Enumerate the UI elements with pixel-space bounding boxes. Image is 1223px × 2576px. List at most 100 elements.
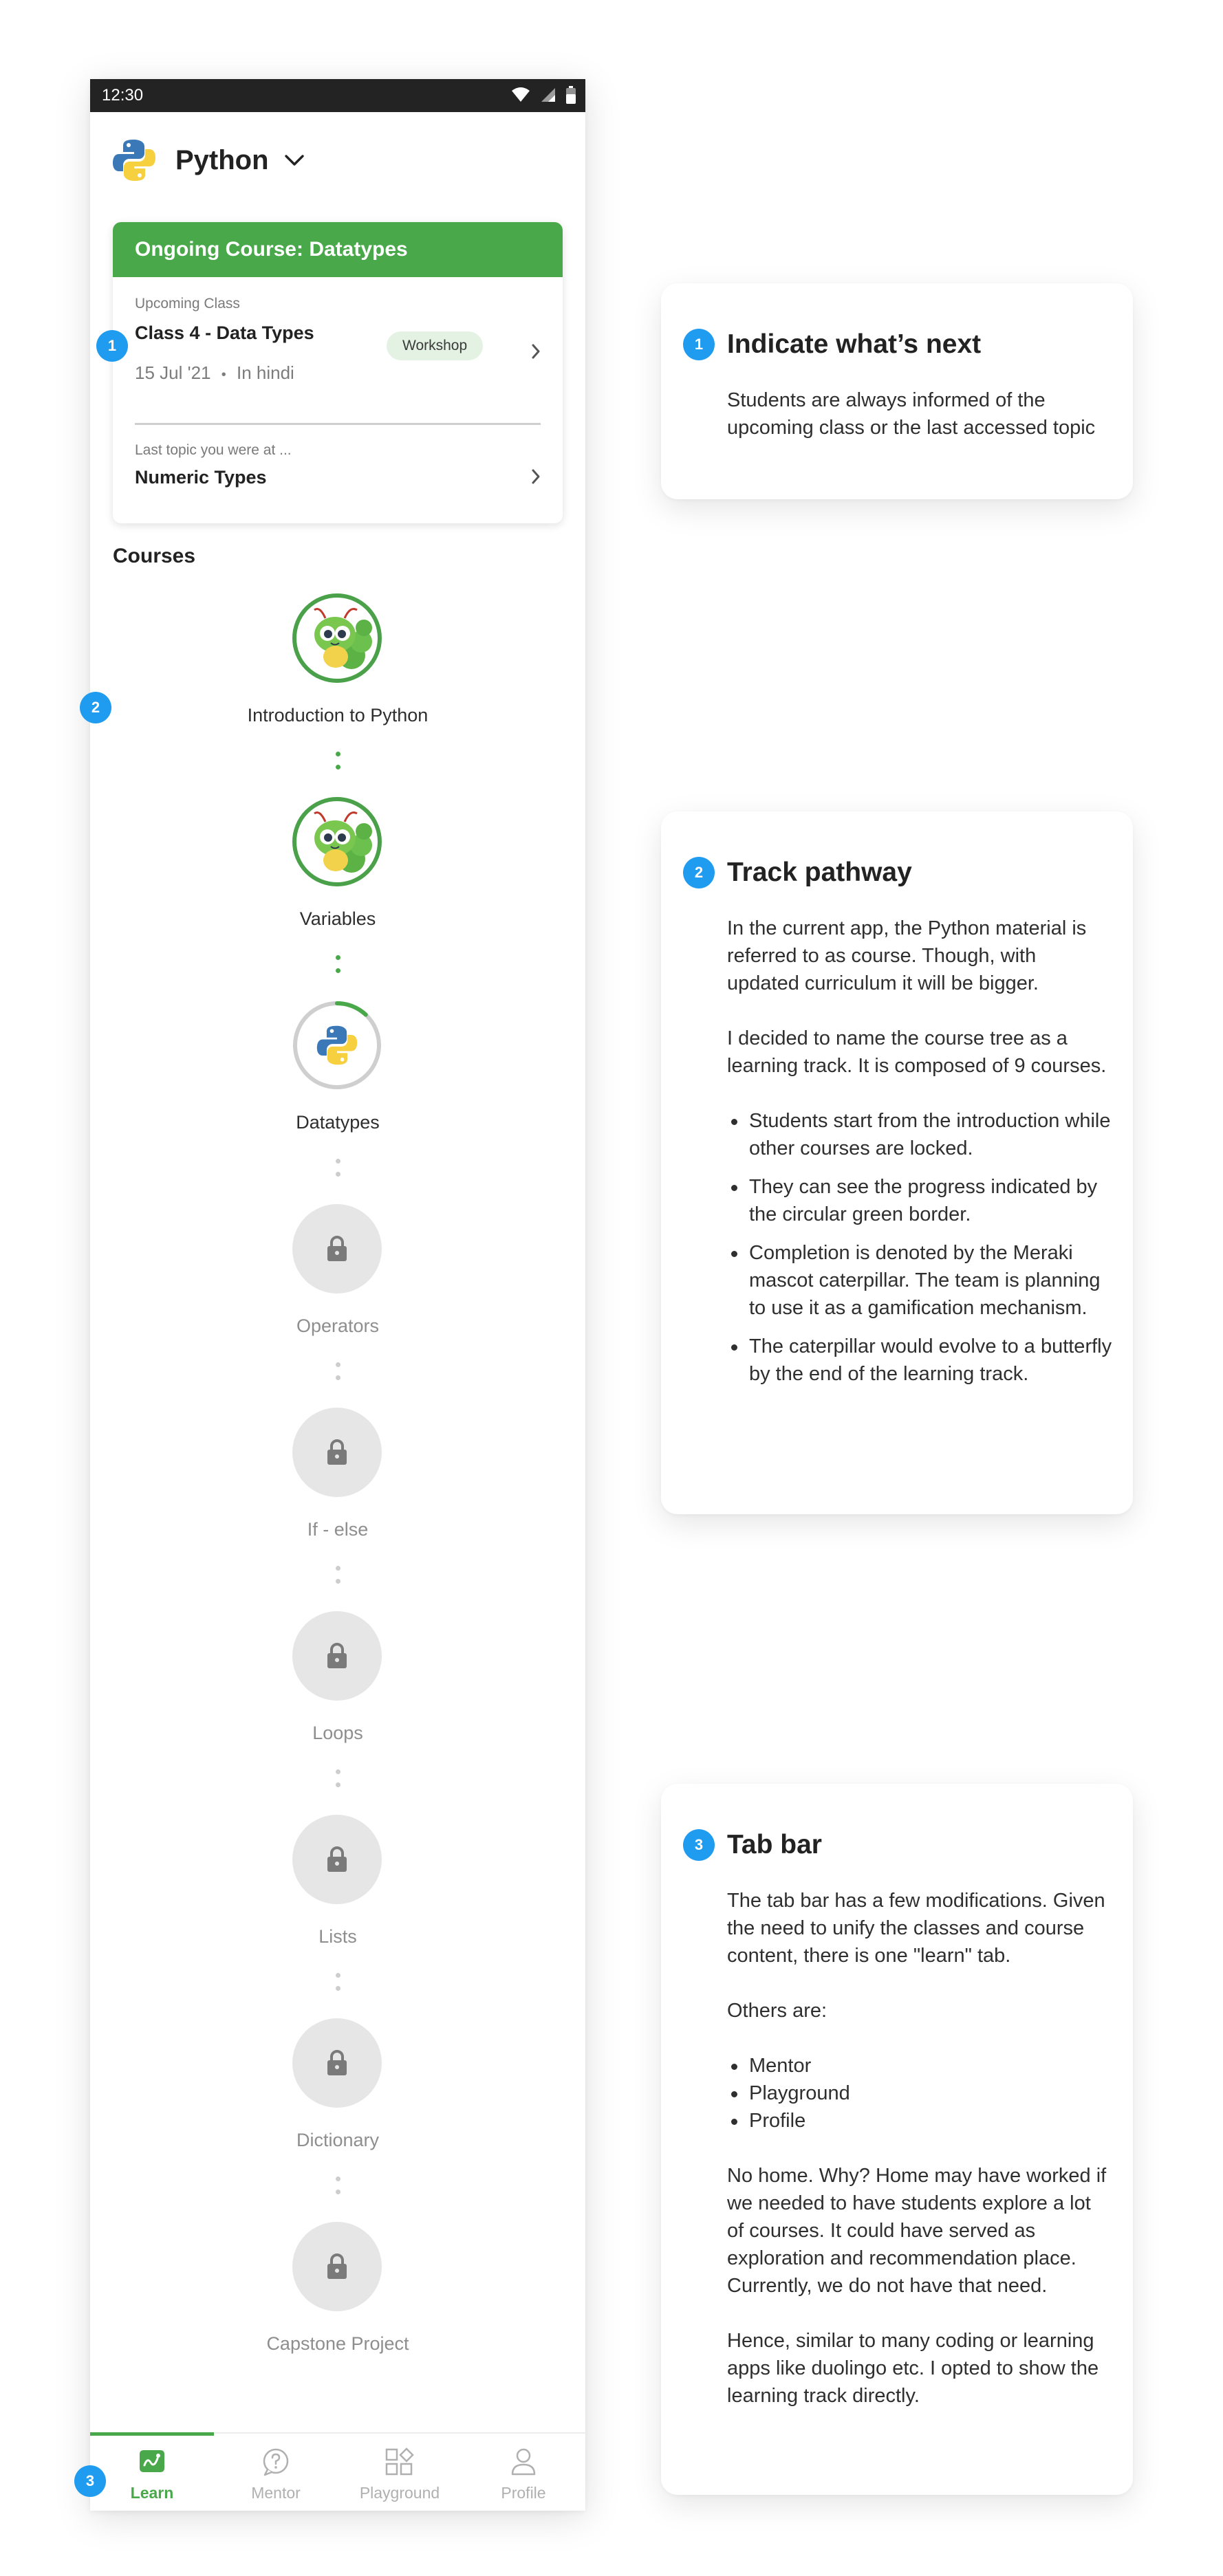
course-label: Lists [318, 1926, 357, 1947]
upcoming-class-row[interactable]: Upcoming Class Class 4 - Data Types 15 J… [113, 277, 563, 423]
note-number: 3 [683, 1829, 715, 1861]
course-node-loops[interactable] [292, 1611, 382, 1701]
note-paragraph: Students are always informed of the upco… [727, 389, 1096, 439]
note-paragraph: The tab bar has a few modifications. Giv… [727, 1890, 1105, 1967]
last-topic-label: Last topic you were at ... [135, 442, 292, 458]
course-node-capstone[interactable] [292, 2222, 382, 2311]
note-title: Track pathway [727, 858, 912, 887]
course-node-datatypes[interactable] [292, 1001, 382, 1090]
track-connector [336, 752, 340, 778]
signal-icon [541, 88, 555, 102]
note-title: Indicate what’s next [727, 329, 982, 359]
ongoing-course-title: Ongoing Course: Datatypes [113, 222, 563, 277]
note-paragraph: Hence, similar to many coding or learnin… [727, 2330, 1099, 2407]
last-topic-row[interactable]: Last topic you were at ... Numeric Types [113, 428, 563, 523]
battery-icon [566, 86, 576, 104]
note-card-track: 2 Track pathway In the current app, the … [661, 811, 1133, 1514]
class-meta: 15 Jul '21 • In hindi [135, 362, 294, 384]
track-connector [336, 1362, 340, 1388]
note-paragraph: Others are: [727, 2000, 827, 2022]
profile-tab-icon [511, 2448, 536, 2476]
tab-label: Profile [501, 2484, 546, 2502]
annotation-marker-1: 1 [96, 330, 128, 362]
note-number: 2 [683, 857, 715, 888]
ongoing-course-card: Ongoing Course: Datatypes Upcoming Class… [113, 222, 563, 523]
chevron-right-icon [532, 469, 540, 484]
python-logo-icon [316, 1025, 358, 1065]
tab-label: Mentor [251, 2484, 301, 2502]
note-title: Tab bar [727, 1830, 822, 1859]
wifi-icon [512, 87, 530, 102]
note-bullet: Profile [727, 2107, 1112, 2135]
note-bullet: Completion is denoted by the Meraki masc… [727, 1239, 1112, 1322]
note-number: 1 [683, 329, 715, 360]
class-title: Class 4 - Data Types [135, 323, 314, 343]
track-connector [336, 1159, 340, 1185]
course-node-variables[interactable] [292, 797, 382, 886]
lock-icon [327, 1439, 347, 1465]
annotation-marker-2: 2 [80, 692, 111, 723]
meta-separator: • [221, 367, 226, 382]
track-connector [336, 1566, 340, 1592]
tab-bar: Learn Mentor Playground Profile [90, 2432, 585, 2511]
course-node-operators[interactable] [292, 1204, 382, 1294]
course-node-if-else[interactable] [292, 1408, 382, 1497]
chevron-right-icon [532, 344, 540, 359]
annotation-marker-3: 3 [74, 2465, 106, 2497]
tab-learn[interactable]: Learn [90, 2434, 214, 2511]
tab-mentor[interactable]: Mentor [214, 2434, 338, 2511]
note-bullet: Students start from the introduction whi… [727, 1107, 1112, 1162]
course-label: Introduction to Python [247, 705, 429, 725]
tab-profile[interactable]: Profile [462, 2434, 585, 2511]
course-label: If - else [307, 1519, 369, 1540]
course-label: Operators [296, 1316, 380, 1336]
course-label: Loops [312, 1723, 363, 1743]
workshop-badge: Workshop [387, 331, 484, 360]
note-bullet: Playground [727, 2080, 1112, 2107]
note-paragraph: I decided to name the course tree as a l… [727, 1027, 1107, 1077]
note-card-next: 1 Indicate what’s next Students are alwa… [661, 283, 1133, 499]
lock-icon [327, 1846, 347, 1872]
mentor-tab-icon [263, 2448, 289, 2476]
note-bullet: They can see the progress indicated by t… [727, 1173, 1112, 1228]
course-label: Variables [299, 908, 376, 929]
course-selector[interactable]: Python [111, 133, 305, 188]
courses-heading: Courses [113, 545, 196, 567]
note-paragraph: No home. Why? Home may have worked if we… [727, 2165, 1107, 2297]
lock-icon [327, 2050, 347, 2075]
track-connector [336, 2176, 340, 2203]
track-connector [336, 955, 340, 981]
class-language: In hindi [236, 362, 294, 383]
note-paragraph: In the current app, the Python material … [727, 917, 1087, 994]
caterpillar-mascot-icon [314, 608, 372, 669]
course-node-dictionary[interactable] [292, 2018, 382, 2108]
card-divider [135, 423, 541, 425]
tab-label: Playground [359, 2484, 440, 2502]
course-title: Python [175, 144, 269, 175]
status-bar: 12:30 [90, 79, 585, 112]
last-topic-title: Numeric Types [135, 467, 267, 488]
course-node-introduction[interactable] [292, 593, 382, 683]
lock-icon [327, 1643, 347, 1668]
caterpillar-mascot-icon [314, 811, 372, 873]
course-label: Capstone Project [266, 2333, 409, 2354]
course-node-lists[interactable] [292, 1815, 382, 1904]
note-bullet: Mentor [727, 2052, 1112, 2080]
status-time: 12:30 [102, 86, 144, 105]
learn-tab-icon [140, 2450, 164, 2472]
track-connector [336, 1769, 340, 1795]
tab-label: Learn [130, 2484, 174, 2502]
course-label: Datatypes [296, 1112, 380, 1133]
chevron-down-icon[interactable] [284, 153, 305, 167]
note-card-tabbar: 3 Tab bar The tab bar has a few modifica… [661, 1784, 1133, 2495]
lock-icon [327, 1236, 347, 1261]
track-connector [336, 1973, 340, 1999]
playground-tab-icon [385, 2447, 414, 2476]
python-logo-icon [113, 140, 155, 181]
note-bullet: The caterpillar would evolve to a butter… [727, 1333, 1112, 1388]
class-date: 15 Jul '21 [135, 362, 211, 383]
lock-icon [327, 2253, 347, 2279]
tab-playground[interactable]: Playground [338, 2434, 462, 2511]
phone-screen: 12:30 Python Ongoing Course: Datatypes U… [90, 79, 585, 2511]
upcoming-class-label: Upcoming Class [135, 296, 240, 312]
